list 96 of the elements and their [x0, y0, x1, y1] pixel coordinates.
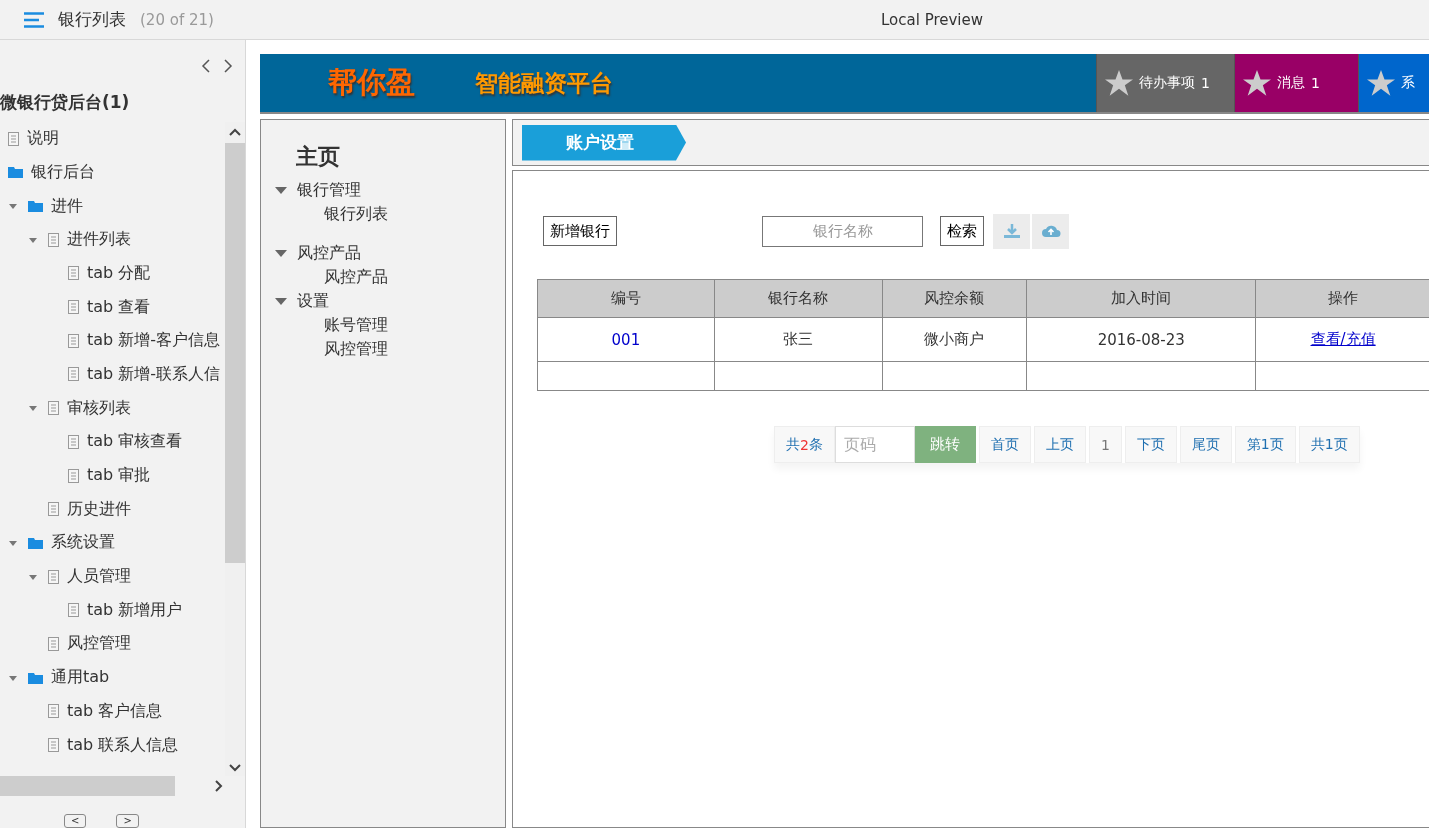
star-icon: [1243, 69, 1271, 97]
tree-item[interactable]: 银行后台: [31, 161, 95, 183]
logo: 帮你盈: [328, 64, 415, 101]
document-icon: [48, 502, 59, 517]
nav-group[interactable]: 银行管理: [297, 179, 361, 201]
page-count: (20 of 21): [140, 10, 214, 29]
cloud-upload-icon: [1040, 224, 1061, 238]
nav-group[interactable]: 风控产品: [297, 242, 361, 264]
caret-icon[interactable]: [275, 186, 287, 194]
pagination-link[interactable]: 首页: [978, 426, 1031, 463]
table-cell: 2016-08-23: [1026, 317, 1256, 362]
pagination-link[interactable]: 下页: [1124, 426, 1177, 463]
document-icon: [68, 266, 79, 281]
document-icon: [48, 401, 59, 416]
pagination-link[interactable]: 1: [1088, 426, 1122, 463]
chevron-right-icon[interactable]: [224, 58, 233, 73]
nav-item[interactable]: 风控管理: [324, 338, 388, 360]
document-icon: [68, 468, 79, 483]
tree-item[interactable]: 审核列表: [67, 397, 131, 419]
tree-item[interactable]: 通用tab: [51, 667, 110, 689]
header-tab[interactable]: 消息 1: [1234, 54, 1358, 112]
pagination-link[interactable]: 共1页: [1298, 426, 1360, 463]
star-icon: [1367, 69, 1395, 97]
document-icon: [48, 636, 59, 651]
folder-icon: [28, 536, 43, 549]
document-icon: [48, 738, 59, 752]
scroll-up-icon[interactable]: [229, 127, 241, 136]
key-hint: <: [64, 814, 87, 828]
download-button[interactable]: [993, 213, 1030, 249]
sidebar-title: 微银行贷后台(1): [0, 91, 131, 115]
key-hint: >: [116, 814, 139, 828]
pagination-link[interactable]: 尾页: [1179, 426, 1232, 463]
folder-icon: [8, 166, 23, 179]
platform-name: 智能融资平台: [475, 68, 613, 98]
expanded-caret-icon[interactable]: [8, 201, 18, 211]
tree-item[interactable]: tab 分配: [87, 262, 151, 284]
search-button[interactable]: 检索: [940, 216, 984, 246]
document-icon: [48, 704, 59, 719]
nav-group[interactable]: 设置: [297, 290, 329, 312]
column-header: 银行名称: [714, 279, 883, 318]
pagination-link[interactable]: 第1页: [1234, 426, 1296, 463]
nav-item[interactable]: 银行列表: [324, 203, 388, 225]
tree-item[interactable]: tab 新增用户: [87, 599, 183, 621]
tree-item[interactable]: tab 审核查看: [87, 431, 183, 453]
column-header: 操作: [1255, 279, 1429, 318]
page-number-field[interactable]: 页码: [834, 426, 915, 463]
tree-item[interactable]: 风控管理: [67, 633, 131, 655]
tree-item[interactable]: 系统设置: [51, 532, 115, 554]
download-icon: [1002, 223, 1021, 239]
scroll-right-icon[interactable]: [215, 780, 223, 792]
column-header: 编号: [537, 279, 715, 318]
scroll-down-icon[interactable]: [229, 764, 241, 772]
tree-item[interactable]: 历史进件: [67, 498, 131, 520]
table-cell: 张三: [714, 317, 883, 362]
document-icon: [68, 603, 79, 618]
star-icon: [1105, 69, 1133, 97]
tree-item[interactable]: tab 查看: [87, 296, 151, 318]
column-header: 风控余额: [882, 279, 1027, 318]
nav-item[interactable]: 风控产品: [324, 266, 388, 288]
total-count: 共2条: [774, 426, 835, 463]
tree-item[interactable]: 进件列表: [67, 229, 131, 251]
tree-item[interactable]: tab 新增-客户信息: [87, 330, 221, 352]
table-cell: 微小商户: [882, 317, 1027, 362]
nav-item[interactable]: 账号管理: [324, 314, 388, 336]
menu-icon[interactable]: [24, 11, 44, 28]
search-field[interactable]: 银行名称: [762, 215, 923, 247]
document-icon: [68, 367, 79, 382]
folder-icon: [28, 671, 43, 684]
page-title: 银行列表: [58, 8, 126, 31]
column-header: 加入时间: [1026, 279, 1256, 318]
document-icon: [48, 232, 59, 247]
pagination-link[interactable]: 上页: [1033, 426, 1086, 463]
tree-item[interactable]: tab 联系人信息: [67, 734, 179, 756]
tree-item[interactable]: tab 客户信息: [67, 700, 163, 722]
view-recharge-link[interactable]: 查看/充值: [1310, 330, 1376, 348]
header-tab[interactable]: 系: [1358, 54, 1429, 112]
caret-icon[interactable]: [275, 249, 287, 257]
tree-item[interactable]: 人员管理: [67, 566, 131, 588]
document-icon: [8, 131, 19, 146]
add-bank-button[interactable]: 新增银行: [543, 216, 617, 246]
cloud-upload-button[interactable]: [1032, 213, 1069, 249]
document-icon: [48, 569, 59, 584]
caret-icon[interactable]: [275, 297, 287, 305]
folder-icon: [28, 200, 43, 212]
document-icon: [68, 333, 79, 348]
tree-item[interactable]: 说明: [27, 128, 59, 150]
window-title: Local Preview: [881, 10, 984, 29]
nav-title[interactable]: 主页: [296, 142, 505, 172]
tree-item[interactable]: 进件: [51, 195, 83, 217]
document-icon: [68, 434, 79, 449]
tree-item[interactable]: tab 审批: [87, 465, 151, 486]
document-icon: [68, 300, 79, 315]
table-cell: 001: [537, 317, 715, 362]
chevron-left-icon[interactable]: [201, 58, 210, 73]
tree-item[interactable]: tab 新增-联系人信: [87, 363, 221, 385]
header-tab[interactable]: 待办事项 1: [1096, 54, 1234, 112]
